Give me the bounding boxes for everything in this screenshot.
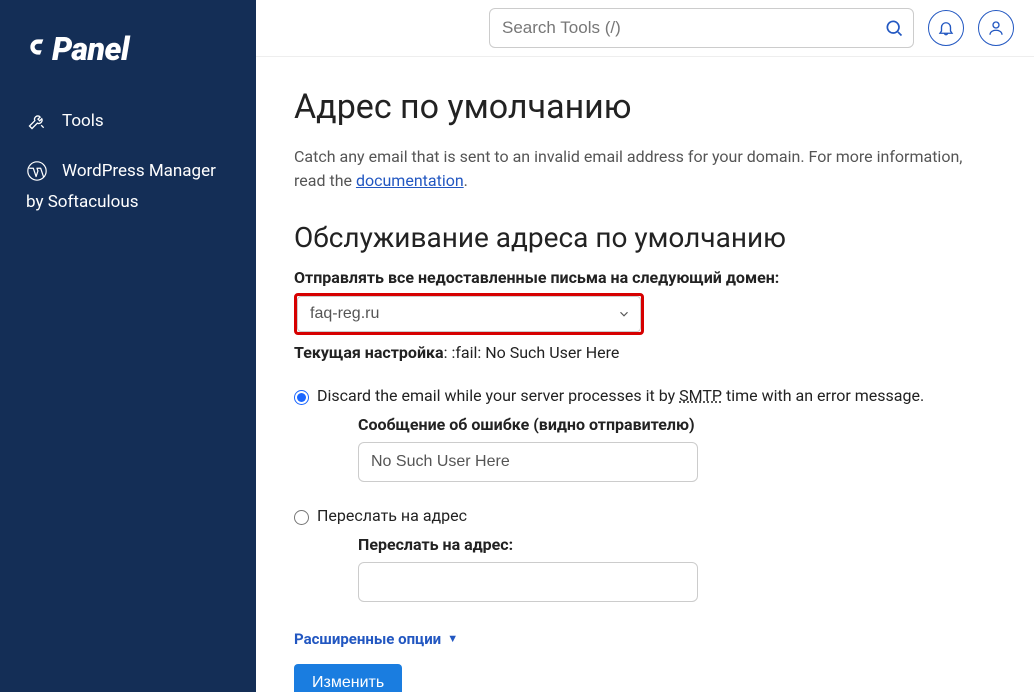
- user-icon: [987, 19, 1005, 37]
- domain-select-highlight: faq-reg.ru: [294, 293, 644, 335]
- option-forward-label[interactable]: Переслать на адрес: [317, 506, 467, 525]
- forward-field: Переслать на адрес:: [358, 535, 996, 602]
- option-forward-radio[interactable]: [294, 510, 309, 525]
- caret-down-icon: ▼: [447, 632, 458, 645]
- search-wrap: [489, 8, 914, 48]
- sidebar-item-wordpress-sub[interactable]: by Softaculous: [0, 186, 256, 226]
- wordpress-icon: [26, 160, 48, 182]
- account-button[interactable]: [978, 10, 1014, 46]
- page-title: Адрес по умолчанию: [294, 87, 996, 127]
- logo: Panel: [0, 20, 256, 96]
- option-discard-label[interactable]: Discard the email while your server proc…: [317, 386, 924, 405]
- error-message-field: Сообщение об ошибке (видно отправителю): [358, 415, 996, 482]
- domain-select[interactable]: faq-reg.ru: [297, 296, 641, 332]
- sidebar-item-label: WordPress Manager: [62, 161, 216, 181]
- tools-icon: [26, 110, 48, 132]
- bell-icon: [937, 19, 955, 37]
- forward-address-input[interactable]: [358, 562, 698, 602]
- current-setting: Текущая настройка: :fail: No Such User H…: [294, 343, 996, 362]
- search-input[interactable]: [489, 8, 914, 48]
- option-discard-row: Discard the email while your server proc…: [294, 386, 996, 405]
- advanced-options-toggle[interactable]: Расширенные опции ▼: [294, 630, 458, 648]
- option-discard-radio[interactable]: [294, 390, 309, 405]
- smtp-abbr: SMTP: [679, 386, 722, 405]
- section-title: Обслуживание адреса по умолчанию: [294, 221, 996, 254]
- error-message-label: Сообщение об ошибке (видно отправителю): [358, 415, 996, 434]
- forward-field-label: Переслать на адрес:: [358, 535, 996, 554]
- documentation-link[interactable]: documentation: [356, 171, 464, 190]
- sidebar-item-wordpress[interactable]: WordPress Manager: [0, 146, 256, 186]
- main: Адрес по умолчанию Catch any email that …: [256, 0, 1034, 692]
- sidebar-item-tools[interactable]: Tools: [0, 96, 256, 146]
- page-description: Catch any email that is sent to an inval…: [294, 145, 996, 193]
- cpanel-logo-icon: [26, 34, 52, 60]
- search-icon: [884, 18, 904, 38]
- sidebar-item-sublabel: by Softaculous: [26, 192, 138, 212]
- sidebar-item-label: Tools: [62, 111, 104, 131]
- sidebar: Panel Tools WordPress Manager by Soft: [0, 0, 256, 692]
- error-message-input[interactable]: [358, 442, 698, 482]
- submit-button[interactable]: Изменить: [294, 664, 402, 692]
- logo-text: Panel: [26, 30, 129, 68]
- domain-label: Отправлять все недоставленные письма на …: [294, 268, 996, 287]
- content: Адрес по умолчанию Catch any email that …: [256, 57, 1034, 692]
- notifications-button[interactable]: [928, 10, 964, 46]
- topbar: [256, 0, 1034, 57]
- option-forward-row: Переслать на адрес: [294, 506, 996, 525]
